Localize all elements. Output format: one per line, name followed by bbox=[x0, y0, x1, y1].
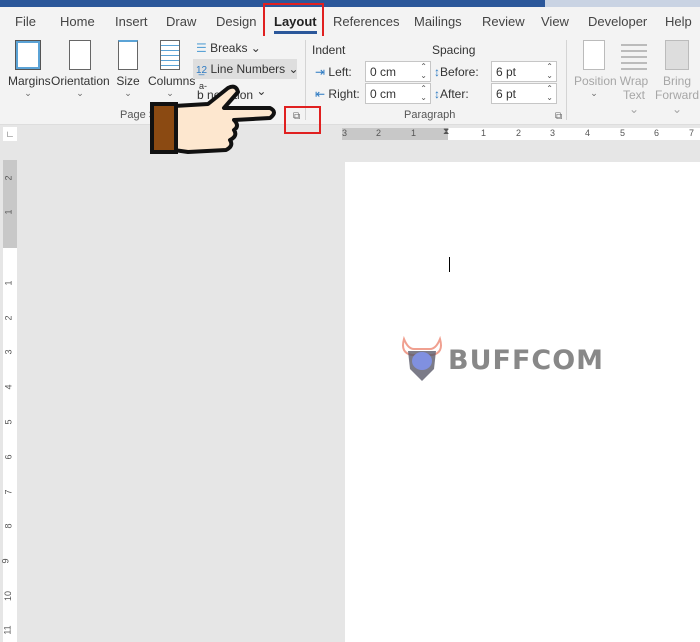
spacing-before-label: ↕Before: bbox=[434, 65, 479, 79]
spinner-icon[interactable]: ⌃ ⌄ bbox=[546, 84, 553, 102]
bring-forward-button[interactable]: Bring Forward ⌄ bbox=[654, 40, 700, 116]
size-label: Size bbox=[116, 74, 140, 88]
breaks-icon: ☰ bbox=[196, 41, 207, 55]
tab-references[interactable]: References bbox=[333, 14, 399, 29]
position-button[interactable]: Position ⌄ bbox=[574, 40, 617, 98]
indent-right-input[interactable]: 0 cm ⌃ ⌄ bbox=[365, 83, 431, 104]
pointing-hand-icon bbox=[150, 84, 276, 154]
tab-developer[interactable]: Developer bbox=[588, 14, 647, 29]
vertical-ruler[interactable]: 2 1 1 2 3 4 5 6 7 8 9 10 11 bbox=[1, 160, 17, 642]
layout-tab-highlight bbox=[263, 3, 324, 39]
line-numbers-label: Line Numbers bbox=[210, 62, 286, 76]
ribbon-tabs: File Home Insert Draw Design Layout Refe… bbox=[0, 7, 700, 36]
indent-right-label: ⇤ Right: bbox=[315, 87, 360, 101]
position-icon bbox=[583, 40, 605, 70]
line-numbers-icon: 1̲2 bbox=[196, 65, 208, 76]
wrap-text-icon bbox=[621, 40, 647, 70]
title-bar bbox=[0, 0, 700, 7]
bring-forward-icon bbox=[665, 40, 689, 70]
size-button[interactable]: Size ⌄ bbox=[114, 40, 142, 98]
orientation-icon bbox=[69, 40, 91, 70]
margins-icon bbox=[15, 40, 41, 70]
line-numbers-button[interactable]: 1̲2 Line Numbers ⌄ bbox=[193, 59, 299, 79]
tab-help[interactable]: Help bbox=[665, 14, 692, 29]
indent-marker[interactable]: ⧗ bbox=[443, 126, 449, 137]
spinner-icon[interactable]: ⌃ ⌄ bbox=[546, 62, 553, 80]
spinner-icon[interactable]: ⌃ ⌄ bbox=[420, 84, 427, 102]
indent-label: Indent bbox=[312, 43, 346, 57]
tab-review[interactable]: Review bbox=[482, 14, 525, 29]
margins-label: Margins bbox=[8, 74, 51, 88]
spacing-after-input[interactable]: 6 pt ⌃ ⌄ bbox=[491, 83, 557, 104]
breaks-button[interactable]: ☰ Breaks ⌄ bbox=[196, 41, 261, 55]
tab-file[interactable]: File bbox=[15, 14, 36, 29]
tab-view[interactable]: View bbox=[541, 14, 569, 29]
indent-left-input[interactable]: 0 cm ⌃ ⌄ bbox=[365, 61, 431, 82]
breaks-label: Breaks bbox=[210, 41, 248, 55]
watermark-logo: BUFFCOM bbox=[396, 335, 604, 385]
size-icon bbox=[118, 40, 138, 70]
document-page[interactable] bbox=[345, 162, 700, 642]
orientation-label: Orientation bbox=[51, 74, 110, 88]
ribbon: Margins ⌄ Orientation ⌄ Size ⌄ Columns ⌄ ☰ B… bbox=[0, 36, 700, 125]
tab-insert[interactable]: Insert bbox=[115, 14, 148, 29]
tab-home[interactable]: Home bbox=[60, 14, 95, 29]
tab-mailings[interactable]: Mailings bbox=[414, 14, 462, 29]
bull-logo-icon bbox=[402, 335, 442, 381]
launcher-highlight bbox=[284, 106, 321, 134]
tab-selector[interactable]: ∟ bbox=[3, 127, 17, 141]
text-cursor bbox=[449, 257, 450, 272]
spacing-label: Spacing bbox=[432, 43, 476, 57]
spacing-after-label: ↕After: bbox=[434, 87, 469, 101]
margins-button[interactable]: Margins ⌄ bbox=[8, 40, 51, 98]
indent-left-icon: ⇥ bbox=[315, 65, 326, 79]
horizontal-ruler[interactable]: 3 2 1 1 2 3 4 5 6 7 ⧗ bbox=[342, 126, 700, 140]
orientation-button[interactable]: Orientation ⌄ bbox=[51, 40, 110, 98]
indent-right-icon: ⇤ bbox=[315, 87, 326, 101]
spinner-icon[interactable]: ⌃ ⌄ bbox=[420, 62, 427, 80]
tab-draw[interactable]: Draw bbox=[166, 14, 196, 29]
wrap-text-button[interactable]: Wrap Text ⌄ bbox=[617, 40, 651, 116]
paragraph-group-label: Paragraph bbox=[404, 109, 456, 121]
tab-design[interactable]: Design bbox=[216, 14, 256, 29]
columns-icon bbox=[160, 40, 180, 70]
watermark-text: BUFFCOM bbox=[448, 344, 605, 376]
paragraph-launcher-icon[interactable]: ⧉ bbox=[555, 111, 562, 122]
spacing-before-input[interactable]: 6 pt ⌃ ⌄ bbox=[491, 61, 557, 82]
indent-left-label: ⇥ Left: bbox=[315, 65, 352, 79]
